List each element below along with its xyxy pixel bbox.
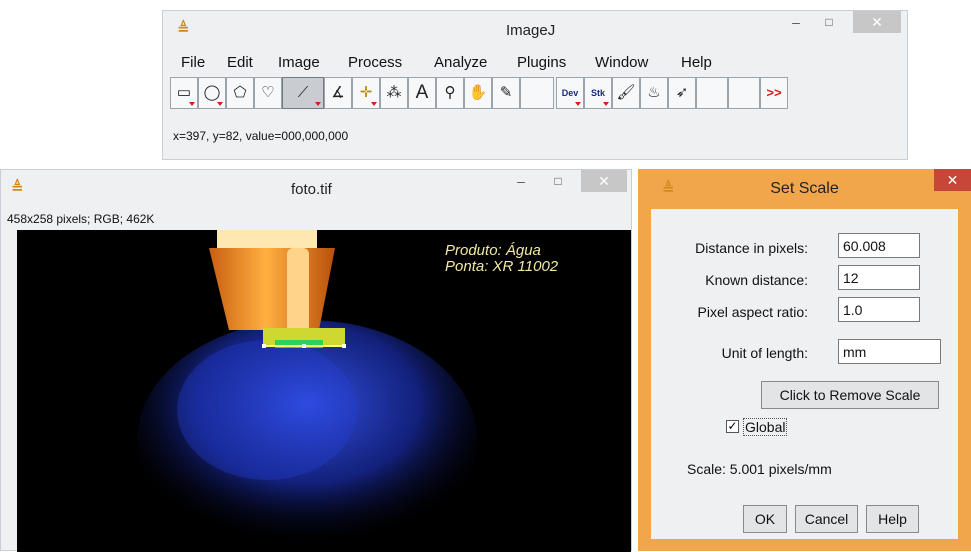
close-button[interactable]: ✕ — [934, 169, 971, 191]
stk-tool-button[interactable]: Stk — [584, 77, 612, 109]
image-canvas[interactable]: Produto: Água Ponta: XR 11002 — [17, 230, 631, 552]
caption-line-2: Ponta: XR 11002 — [445, 258, 559, 275]
close-button[interactable]: ✕ — [853, 11, 901, 33]
image-info: 458x258 pixels; RGB; 462K — [7, 212, 155, 226]
empty-tool-slot-2 — [696, 77, 728, 109]
imagej-app-icon: ≜ — [11, 179, 24, 197]
set-scale-dialog: ≜ Set Scale ✕ Distance in pixels: Known … — [638, 169, 971, 551]
magnifier-tool-icon[interactable]: ⚲ — [436, 77, 464, 109]
rectangle-tool-icon[interactable]: ▭ — [170, 77, 198, 109]
known-distance-input[interactable] — [838, 265, 920, 290]
global-checkbox[interactable]: ✓ — [726, 420, 739, 433]
global-label: Global — [743, 418, 788, 436]
flood-fill-tool-icon[interactable]: ♨ — [640, 77, 668, 109]
cancel-button[interactable]: Cancel — [795, 505, 858, 533]
polygon-tool-icon[interactable]: ⬠ — [226, 77, 254, 109]
menu-help[interactable]: Help — [681, 51, 712, 75]
pixel-aspect-label: Pixel aspect ratio: — [697, 304, 809, 320]
known-distance-label: Known distance: — [705, 272, 808, 288]
text-tool-icon[interactable]: A — [408, 77, 436, 109]
image-window: ≜ foto.tif – □ ✕ 458x258 pixels; RGB; 46… — [0, 169, 632, 552]
wand-tool-icon[interactable]: ⁂ — [380, 77, 408, 109]
unit-length-input[interactable] — [838, 339, 941, 364]
photo-caption: Produto: Água Ponta: XR 11002 — [445, 243, 558, 275]
distance-pixels-label: Distance in pixels: — [695, 240, 808, 256]
maximize-button[interactable]: □ — [815, 11, 843, 33]
set-scale-body: Distance in pixels: Known distance: Pixe… — [651, 209, 958, 539]
color-picker-tool-icon[interactable]: ✎ — [492, 77, 520, 109]
image-titlebar: ≜ foto.tif – □ ✕ — [1, 170, 631, 210]
set-scale-title: Set Scale — [770, 180, 839, 197]
empty-tool-slot — [520, 77, 554, 109]
menu-analyze[interactable]: Analyze — [434, 51, 487, 75]
help-button[interactable]: Help — [866, 505, 919, 533]
close-button[interactable]: ✕ — [581, 170, 627, 192]
hand-tool-icon[interactable]: ✋ — [464, 77, 492, 109]
arrow-tool-icon[interactable]: ➶ — [668, 77, 696, 109]
stk-tool-label: Stk — [590, 88, 605, 98]
pixel-aspect-input[interactable] — [838, 297, 920, 322]
menu-image[interactable]: Image — [278, 51, 320, 75]
freehand-tool-icon[interactable]: ♡ — [254, 77, 282, 109]
menu-edit[interactable]: Edit — [227, 51, 253, 75]
dev-tool-label: Dev — [561, 88, 579, 98]
nozzle-spray-photo — [137, 230, 477, 552]
straight-line-tool-icon[interactable]: ⟋ — [282, 77, 324, 109]
imagej-main-window: ≜ ImageJ – □ ✕ File Edit Image Process A… — [162, 10, 908, 160]
point-tool-icon[interactable]: ✛ — [352, 77, 380, 109]
image-window-title: foto.tif — [291, 181, 332, 198]
empty-tool-slot-3 — [728, 77, 760, 109]
angle-tool-icon[interactable]: ∡ — [324, 77, 352, 109]
status-bar: x=397, y=82, value=000,000,000 — [173, 129, 349, 143]
caption-line-1: Produto: Água — [445, 242, 541, 259]
maximize-button[interactable]: □ — [544, 170, 572, 192]
menu-window[interactable]: Window — [595, 51, 648, 75]
menu-plugins[interactable]: Plugins — [517, 51, 566, 75]
distance-pixels-input[interactable] — [838, 233, 920, 258]
oval-tool-icon[interactable]: ◯ — [198, 77, 226, 109]
main-window-title: ImageJ — [506, 22, 556, 39]
dev-tool-button[interactable]: Dev — [556, 77, 584, 109]
minimize-button[interactable]: – — [781, 11, 811, 33]
scale-readout: Scale: 5.001 pixels/mm — [687, 461, 832, 477]
brush-tool-icon[interactable]: 🖌 — [612, 77, 640, 109]
menu-process[interactable]: Process — [348, 51, 402, 75]
imagej-app-icon: ≜ — [177, 20, 190, 38]
main-titlebar: ≜ ImageJ – □ ✕ — [163, 11, 907, 51]
menu-file[interactable]: File — [181, 51, 205, 75]
unit-length-label: Unit of length: — [721, 345, 808, 361]
remove-scale-button[interactable]: Click to Remove Scale — [761, 381, 939, 409]
minimize-button[interactable]: – — [506, 170, 536, 192]
more-tools-button[interactable]: >> — [760, 77, 788, 109]
ok-button[interactable]: OK — [743, 505, 787, 533]
